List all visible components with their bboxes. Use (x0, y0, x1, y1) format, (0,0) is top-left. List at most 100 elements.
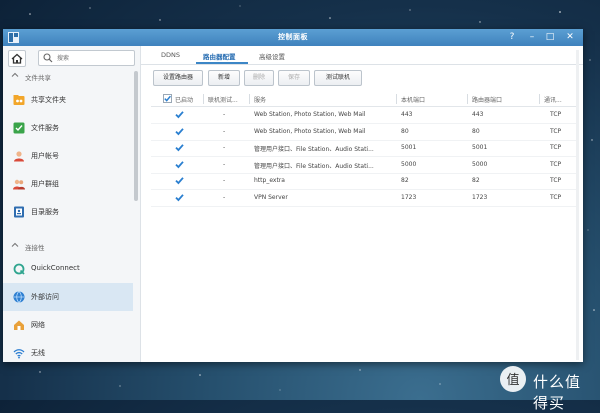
sidebar-item-file-services[interactable]: 文件服务 (3, 114, 133, 142)
section-label: 文件共享 (25, 74, 51, 82)
table-row[interactable]: - 管理用户接口、File Station、Audio Stati... 5001 5… (151, 140, 577, 157)
table-row[interactable]: - Web Station, Photo Station, Web Mail 443… (151, 107, 577, 124)
tab-advanced[interactable]: 高级设置 (259, 51, 285, 61)
protocol-cell: TCP (550, 193, 562, 201)
chevron-up-icon (11, 72, 19, 77)
service-cell: http_extra (254, 177, 285, 184)
protocol-cell: TCP (550, 144, 562, 151)
shared-folder-icon (13, 95, 25, 105)
column-local-port[interactable]: 本机端口 (401, 95, 425, 104)
enabled-checkbox[interactable] (175, 143, 184, 152)
table-row[interactable]: - VPN Server 1723 1723 TCP (151, 190, 577, 207)
toolbar: 设置路由器 新增 删除 保存 测试联机 (141, 70, 583, 88)
sidebar-item-external-access[interactable]: 外部访问 (3, 283, 133, 311)
delete-button[interactable]: 删除 (244, 70, 274, 86)
router-port-cell: 5000 (472, 160, 488, 168)
sidebar-item-label: 用户群组 (31, 180, 59, 188)
table-row[interactable]: - 管理用户接口、File Station、Audio Stati... 5000 5… (151, 157, 577, 174)
connection-test-cell: - (223, 160, 226, 168)
column-divider (249, 94, 250, 104)
sidebar-item-label: 用户帐号 (31, 152, 59, 160)
enabled-checkbox[interactable] (175, 127, 184, 136)
network-icon (14, 320, 24, 330)
column-enabled[interactable]: 已启动 (175, 95, 193, 104)
protocol-cell: TCP (550, 111, 562, 118)
group-icon (13, 179, 25, 190)
protocol-cell: TCP (550, 177, 562, 184)
watermark-text: 什么值得买 (533, 373, 582, 412)
table-row[interactable]: - Web Station, Photo Station, Web Mail 80 8… (151, 124, 577, 141)
table-header: 已启动 联机测试... 服务 本机端口 路由器端口 通讯... (151, 92, 577, 107)
column-connection-test[interactable]: 联机测试... (208, 95, 238, 104)
setup-router-button[interactable]: 设置路由器 (153, 70, 203, 86)
table-row[interactable]: - http_extra 82 82 TCP (151, 173, 577, 190)
save-button[interactable]: 保存 (278, 70, 310, 86)
tab-ddns[interactable]: DDNS (161, 51, 180, 59)
search-icon (43, 53, 53, 63)
sidebar-item-label: 目录服务 (31, 208, 59, 216)
sidebar-item-label: QuickConnect (31, 264, 80, 272)
home-icon (11, 53, 23, 64)
file-services-icon (13, 122, 25, 134)
enabled-checkbox[interactable] (175, 110, 184, 119)
watermark-logo-glyph: 值 (506, 372, 519, 388)
sidebar-item-quickconnect[interactable]: QuickConnect (3, 255, 133, 283)
local-port-cell: 82 (401, 177, 409, 184)
enabled-checkbox[interactable] (175, 176, 184, 185)
column-divider (396, 94, 397, 104)
column-router-port[interactable]: 路由器端口 (472, 95, 502, 104)
test-connection-button[interactable]: 测试联机 (314, 70, 362, 86)
sidebar-item-shared-folder[interactable]: 共享文件夹 (3, 86, 133, 114)
local-port-cell: 80 (401, 127, 409, 135)
sidebar-item-user[interactable]: 用户帐号 (3, 142, 133, 170)
sidebar-scrollbar[interactable] (134, 71, 138, 201)
window-titlebar[interactable]: 控制面板 ? – □ ✕ (3, 29, 583, 46)
router-port-cell: 1723 (472, 193, 488, 201)
sidebar-item-directory[interactable]: 目录服务 (3, 198, 133, 226)
close-button[interactable]: ✕ (563, 31, 577, 44)
watermark-logo: 值 (500, 366, 526, 392)
maximize-button[interactable]: □ (543, 31, 557, 44)
help-button[interactable]: ? (505, 31, 519, 44)
service-cell: 管理用户接口、File Station、Audio Stati... (254, 146, 374, 153)
router-port-cell: 80 (472, 127, 480, 135)
tab-bar: DDNS 路由器配置 高级设置 (141, 46, 583, 65)
wireless-icon (13, 349, 25, 359)
protocol-cell: TCP (550, 127, 562, 135)
connection-test-cell: - (223, 127, 226, 135)
router-port-cell: 82 (472, 177, 480, 184)
service-cell: VPN Server (254, 193, 288, 201)
home-button[interactable] (8, 50, 26, 67)
column-service[interactable]: 服务 (254, 95, 266, 104)
sidebar-item-network[interactable]: 网络 (3, 311, 133, 339)
search-box[interactable] (38, 50, 135, 66)
sidebar-item-label: 文件服务 (31, 124, 59, 132)
section-header-connectivity[interactable]: 连接性 (3, 240, 133, 254)
minimize-button[interactable]: – (525, 31, 539, 44)
section-label: 连接性 (25, 244, 45, 252)
section-header-file-sharing[interactable]: 文件共享 (3, 70, 133, 84)
connection-test-cell: - (223, 177, 226, 184)
tab-router-config[interactable]: 路由器配置 (203, 51, 236, 61)
enabled-checkbox[interactable] (175, 160, 184, 169)
column-divider (467, 94, 468, 104)
sidebar: 文件共享 共享文件夹 文件服务 用户帐号 (3, 46, 141, 362)
column-divider (203, 94, 204, 104)
sidebar-item-wireless[interactable]: 无线 (3, 339, 133, 362)
window-title: 控制面板 (278, 33, 308, 41)
external-access-icon (13, 291, 25, 303)
create-button[interactable]: 新增 (208, 70, 240, 86)
column-protocol[interactable]: 通讯... (544, 95, 562, 104)
search-input[interactable] (55, 52, 133, 65)
connection-test-cell: - (223, 193, 226, 201)
local-port-cell: 5000 (401, 160, 417, 168)
enabled-checkbox[interactable] (175, 193, 184, 202)
sidebar-item-label: 网络 (31, 321, 45, 329)
main-panel: DDNS 路由器配置 高级设置 设置路由器 新增 删除 保存 测试联机 已启动 … (141, 46, 583, 362)
sidebar-item-group[interactable]: 用户群组 (3, 170, 133, 198)
router-port-cell: 5001 (472, 144, 488, 151)
watermark-logo-icon: 值 (506, 372, 519, 388)
main-scrollbar[interactable] (576, 50, 579, 360)
active-tab-indicator (196, 62, 248, 64)
select-all-checkbox[interactable] (163, 94, 172, 103)
